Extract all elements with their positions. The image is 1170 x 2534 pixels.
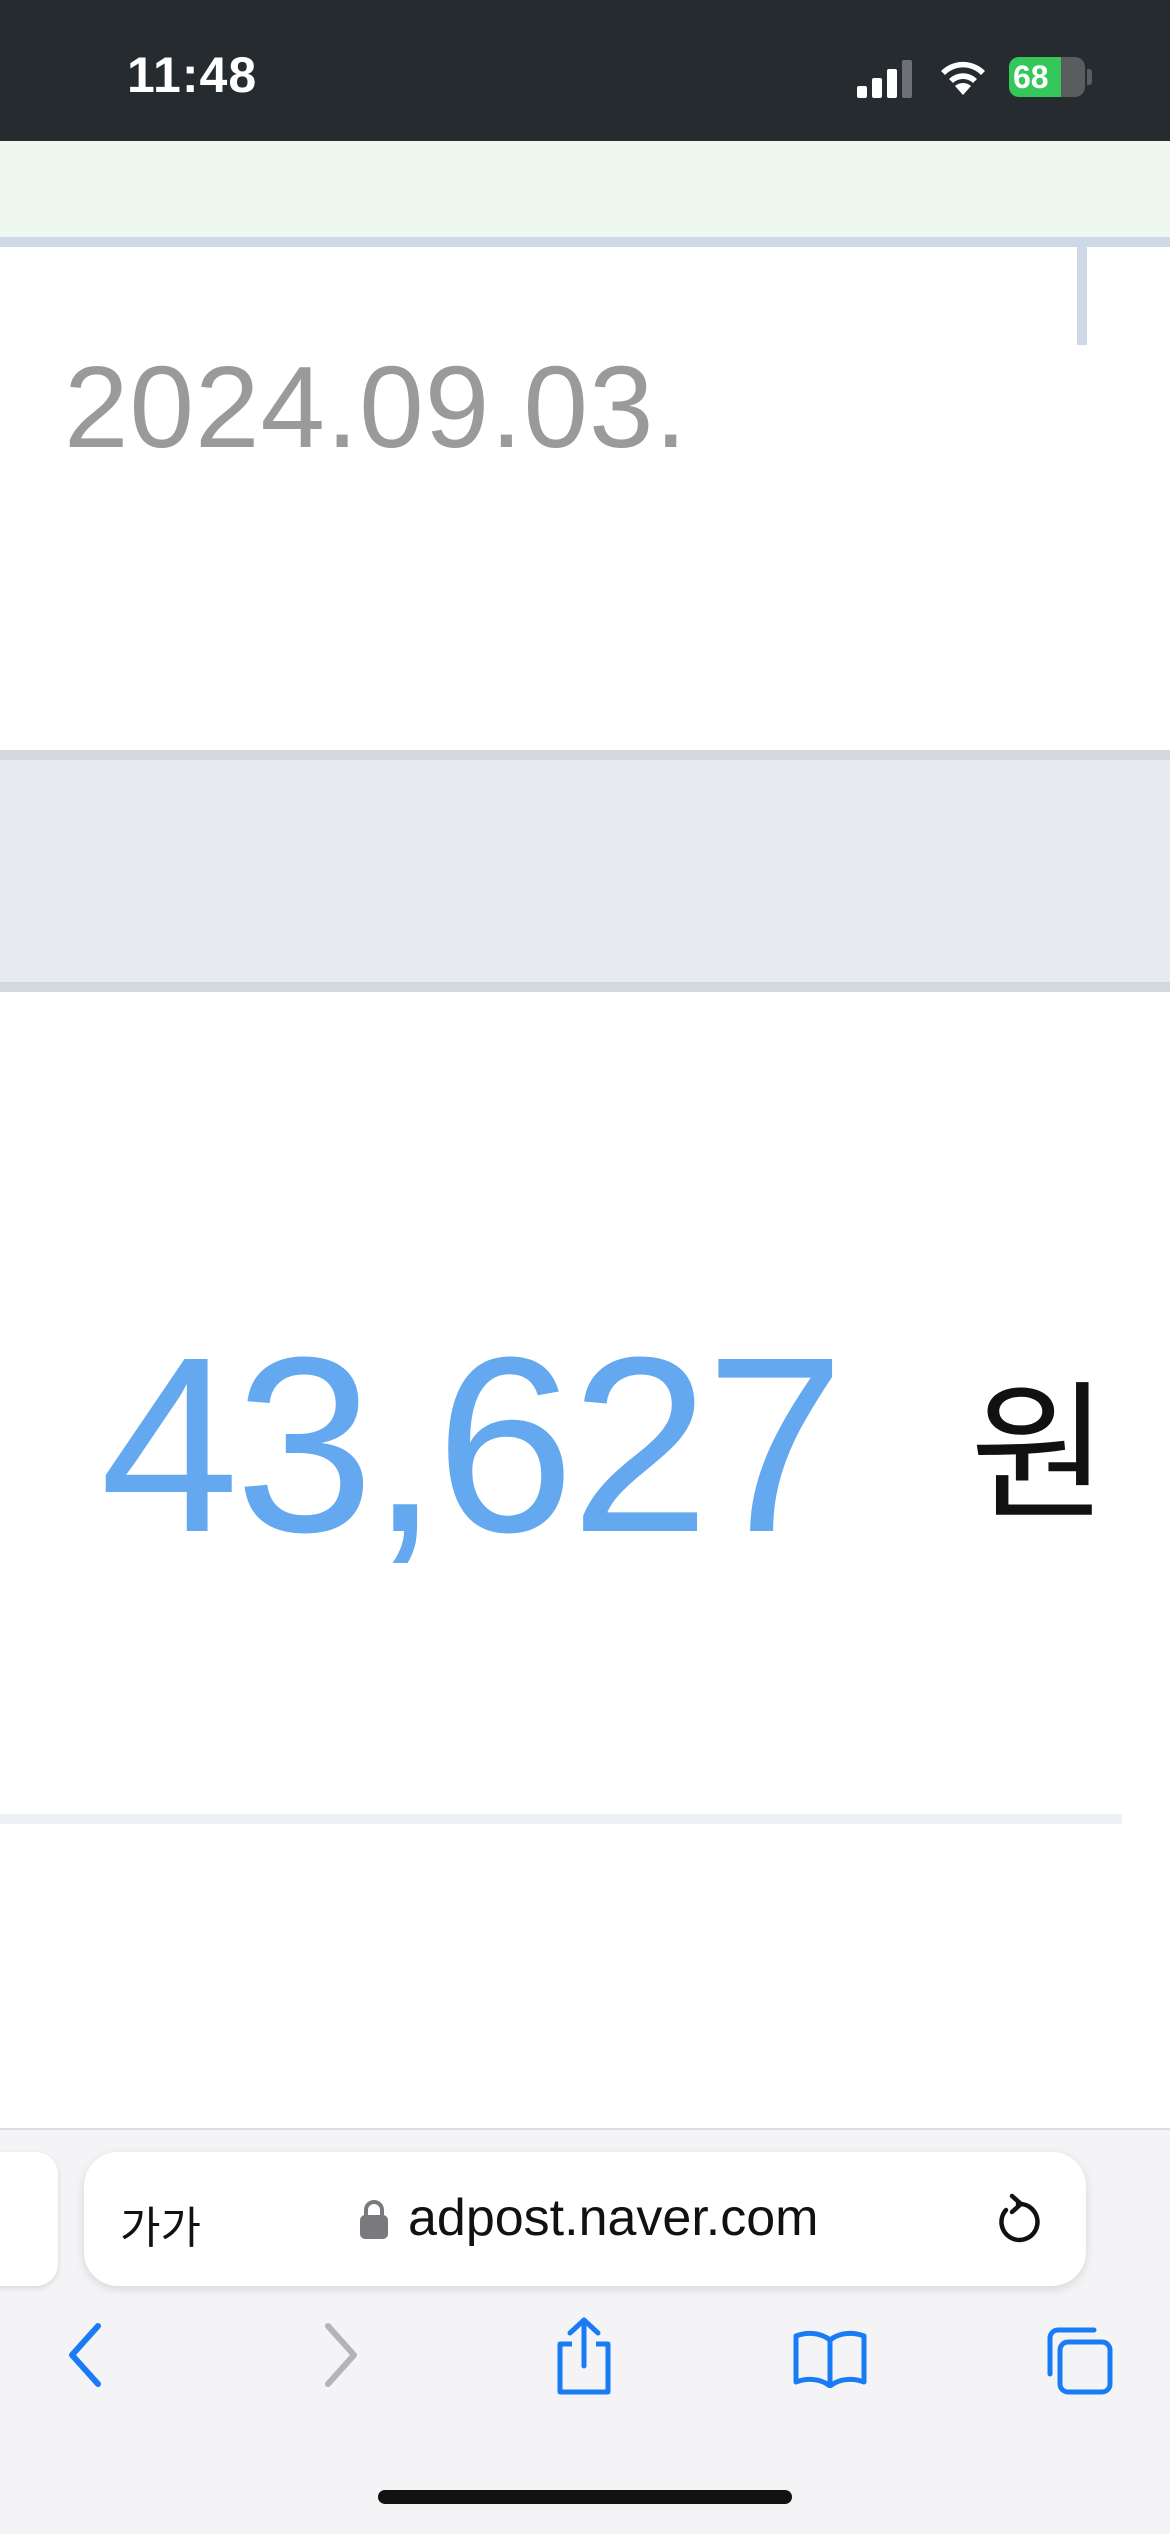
- reload-icon[interactable]: [990, 2188, 1046, 2248]
- back-icon[interactable]: [64, 2322, 108, 2388]
- section-divider: [0, 1814, 1122, 1824]
- currency-unit: 원: [970, 1368, 1109, 1542]
- previous-tab-card[interactable]: [0, 2152, 58, 2286]
- status-time: 11:48: [127, 47, 258, 103]
- tabs-icon[interactable]: [1044, 2326, 1114, 2396]
- table-header-line: [0, 237, 1170, 247]
- status-bar: 11:48 68: [0, 0, 1170, 141]
- url-text[interactable]: adpost.naver.com: [408, 2188, 818, 2248]
- home-indicator[interactable]: [378, 2490, 792, 2504]
- battery-charging-icon: 68: [1009, 57, 1085, 97]
- settlement-date: 2024.09.03.: [64, 342, 688, 472]
- text-size-button[interactable]: 가가: [120, 2192, 201, 2256]
- signal-icon: [857, 60, 912, 98]
- table-column-divider: [1077, 247, 1087, 345]
- battery-level: 68: [1013, 59, 1049, 95]
- battery-nub: [1087, 69, 1092, 85]
- amount-value: 43,627: [100, 1305, 845, 1584]
- gray-section-band: [0, 750, 1170, 992]
- forward-icon[interactable]: [318, 2322, 362, 2388]
- wifi-icon: [941, 61, 985, 95]
- share-icon[interactable]: [552, 2316, 616, 2396]
- green-banner: [0, 141, 1170, 237]
- lock-icon: [360, 2200, 388, 2239]
- bookmarks-icon[interactable]: [792, 2328, 868, 2388]
